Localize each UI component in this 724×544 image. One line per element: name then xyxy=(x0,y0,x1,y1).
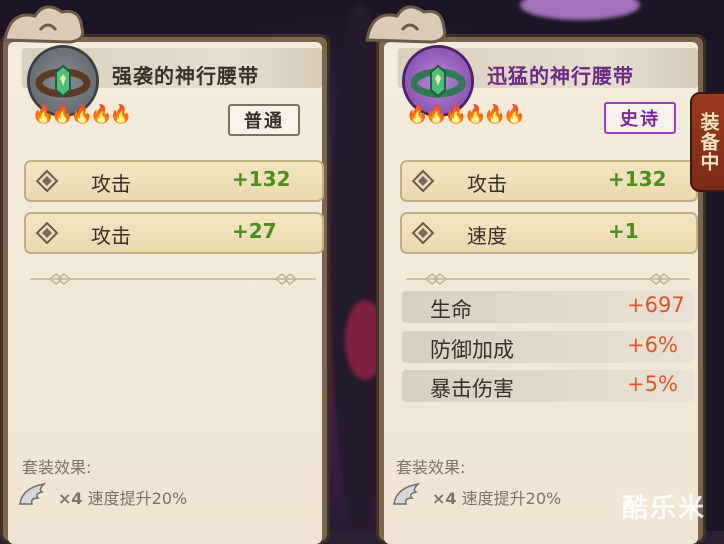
stat-value: +132 xyxy=(608,167,667,191)
sub-stat-row: 防御加成 +6% xyxy=(402,331,694,363)
section-divider xyxy=(406,273,690,285)
main-stat-row: 速度 +1 xyxy=(400,212,698,254)
main-stat-row: 攻击 +27 xyxy=(24,212,324,254)
star-flames: 🔥🔥🔥🔥🔥🔥 xyxy=(406,104,526,125)
set-effect-title: 套装效果: xyxy=(396,458,466,477)
stat-label: 攻击 xyxy=(91,224,131,248)
flame-icon: 🔥 xyxy=(109,104,132,125)
stat-value: +1 xyxy=(608,219,639,243)
stat-label: 攻击 xyxy=(467,172,507,196)
equipped-tab[interactable]: 装备中 xyxy=(690,92,724,192)
diamond-icon xyxy=(36,170,58,192)
cloud-ornament xyxy=(3,5,85,44)
cloud-ornament xyxy=(365,5,447,44)
flame-icon: 🔥 xyxy=(70,104,93,125)
set-effect-line: ×4 速度提升20% xyxy=(432,485,561,509)
set-effect-title: 套装效果: xyxy=(22,458,92,477)
flame-icon: 🔥 xyxy=(90,104,112,125)
flame-icon: 🔥 xyxy=(32,104,54,125)
sub-stat-row: 暴击伤害 +5% xyxy=(402,370,694,402)
wing-icon xyxy=(393,482,421,505)
diamond-icon xyxy=(412,170,434,192)
flame-icon: 🔥 xyxy=(503,104,525,125)
purple-flame-effect xyxy=(520,0,640,20)
sub-stat-value: +5% xyxy=(627,372,678,396)
rarity-badge: 史诗 xyxy=(604,102,676,134)
item-title: 迅猛的神行腰带 xyxy=(487,64,634,88)
watermark: 酷乐米 xyxy=(622,494,707,524)
set-effect-text: 速度提升20% xyxy=(461,489,562,508)
main-stat-row: 攻击 +132 xyxy=(400,160,698,202)
set-count: ×4 xyxy=(432,489,457,508)
stat-value: +27 xyxy=(232,219,277,243)
diamond-icon xyxy=(36,222,58,244)
stat-value: +132 xyxy=(232,167,291,191)
item-title: 强袭的神行腰带 xyxy=(112,64,259,88)
flame-icon: 🔥 xyxy=(444,104,467,125)
sub-stat-label: 防御加成 xyxy=(430,338,514,362)
flame-icon: 🔥 xyxy=(464,104,486,125)
main-stat-row: 攻击 +132 xyxy=(24,160,324,202)
sub-stat-value: +697 xyxy=(627,293,685,317)
rarity-badge: 普通 xyxy=(228,104,300,136)
set-count: ×4 xyxy=(58,489,83,508)
set-effect-text: 速度提升20% xyxy=(87,489,188,508)
sub-stat-value: +6% xyxy=(627,333,678,357)
flame-icon: 🔥 xyxy=(483,104,506,125)
wing-icon xyxy=(19,482,47,505)
stat-label: 速度 xyxy=(467,224,507,248)
sub-stat-label: 暴击伤害 xyxy=(430,377,514,401)
section-divider xyxy=(30,273,316,285)
sub-stat-label: 生命 xyxy=(430,298,472,322)
flame-icon: 🔥 xyxy=(51,104,73,125)
diamond-icon xyxy=(412,222,434,244)
set-effect-line: ×4 速度提升20% xyxy=(58,485,187,509)
flame-icon: 🔥 xyxy=(425,104,447,125)
sub-stat-row: 生命 +697 xyxy=(402,291,694,323)
star-flames: 🔥🔥🔥🔥🔥 xyxy=(32,104,132,125)
stat-label: 攻击 xyxy=(91,172,131,196)
flame-icon: 🔥 xyxy=(406,104,428,125)
